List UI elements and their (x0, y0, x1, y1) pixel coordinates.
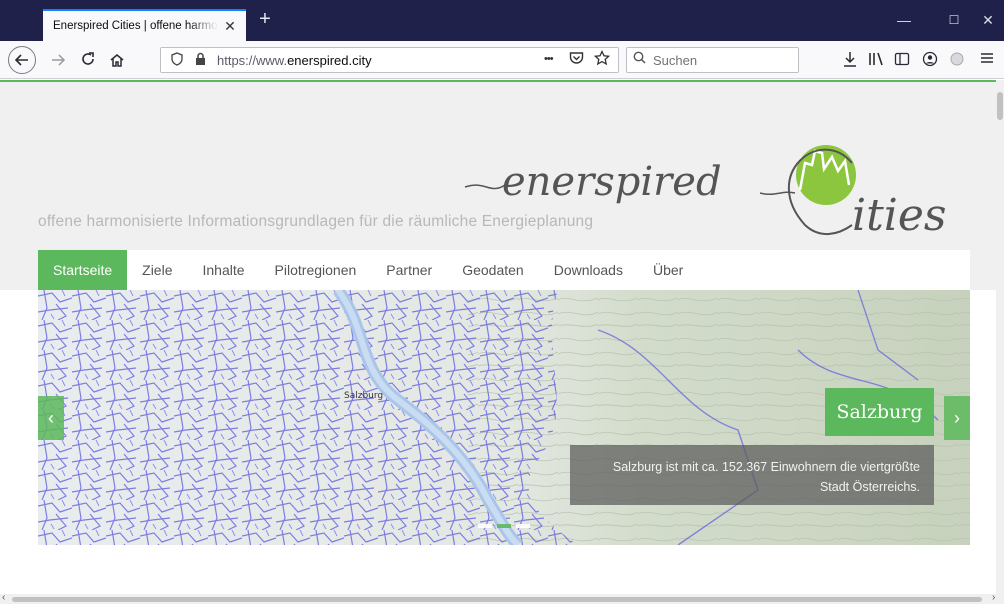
carousel-indicator-active[interactable] (497, 524, 511, 528)
back-button[interactable] (8, 46, 36, 74)
forward-button[interactable] (45, 47, 71, 73)
bookmark-star-icon[interactable] (593, 49, 611, 69)
vertical-scrollbar[interactable] (996, 80, 1004, 594)
pocket-icon[interactable] (569, 51, 584, 68)
extension-icon[interactable] (949, 51, 965, 71)
carousel-indicators (478, 524, 530, 528)
site-tagline: offene harmonisierte Informationsgrundla… (38, 213, 594, 230)
download-icon[interactable] (843, 51, 857, 71)
menu-icon[interactable] (980, 51, 994, 69)
home-icon (110, 54, 124, 67)
account-icon[interactable] (922, 51, 938, 71)
browser-titlebar: Enerspired Cities | offene harmonisierte… (0, 0, 1004, 41)
nav-item-ziele[interactable]: Ziele (127, 250, 187, 290)
lock-icon[interactable] (195, 52, 206, 69)
url-text: https://www.enerspired.city (217, 53, 372, 68)
logo-word-enerspired: enerspired (502, 159, 722, 205)
home-button[interactable] (104, 47, 130, 73)
logo-word-ities: ities (852, 190, 946, 241)
slide-title: Salzburg (825, 388, 934, 436)
minimize-button[interactable]: — (884, 8, 924, 32)
url-bar[interactable]: https://www.enerspired.city ••• (160, 47, 619, 73)
slide-caption-line-2: Stadt Österreichs. (819, 480, 920, 494)
top-accent-line (0, 80, 996, 82)
browser-tab-active[interactable]: Enerspired Cities | offene harmonisierte… (43, 9, 246, 41)
nav-item-downloads[interactable]: Downloads (539, 250, 638, 290)
nav-item-ueber[interactable]: Über (638, 250, 698, 290)
sidebar-icon[interactable] (894, 51, 910, 71)
reload-icon (82, 52, 94, 65)
slide-caption: Salzburg ist mit ca. 152.367 Einwohnern … (570, 445, 934, 505)
browser-toolbar: https://www.enerspired.city ••• Suchen (0, 41, 1004, 79)
tab-title: Enerspired Cities | offene harmonisierte… (53, 20, 218, 32)
horizontal-scrollbar[interactable]: ‹ › (0, 592, 1004, 604)
search-icon (633, 51, 646, 67)
vertical-scrollbar-thumb[interactable] (997, 92, 1003, 120)
scroll-right-icon[interactable]: › (992, 592, 995, 603)
arrow-left-icon (14, 54, 28, 66)
tab-close-icon[interactable]: ✕ (222, 18, 238, 35)
nav-item-inhalte[interactable]: Inhalte (188, 250, 260, 290)
search-bar[interactable]: Suchen (626, 47, 799, 73)
reload-button[interactable] (75, 47, 101, 73)
arrow-right-icon (52, 54, 66, 66)
carousel-prev-button[interactable]: ‹ (38, 396, 64, 440)
image-carousel[interactable]: Salzburg ‹ › Salzburg Salzburg ist mit c… (38, 290, 970, 545)
search-placeholder: Suchen (653, 53, 698, 68)
carousel-indicator[interactable] (478, 524, 492, 528)
nav-item-startseite[interactable]: Startseite (38, 250, 128, 290)
slide-caption-line-1: Salzburg ist mit ca. 152.367 Einwohnern … (612, 460, 920, 474)
map-label-salzburg: Salzburg (344, 391, 383, 401)
page-viewport: enerspired ities offene harmonisierte In… (0, 80, 1004, 594)
shield-icon[interactable] (171, 52, 183, 69)
horizontal-scrollbar-thumb[interactable] (12, 597, 982, 602)
nav-item-pilotregionen[interactable]: Pilotregionen (260, 250, 372, 290)
nav-item-partner[interactable]: Partner (371, 250, 447, 290)
scroll-left-icon[interactable]: ‹ (2, 592, 5, 603)
library-icon[interactable] (868, 51, 884, 71)
carousel-next-button[interactable]: › (944, 396, 970, 440)
nav-item-geodaten[interactable]: Geodaten (447, 250, 539, 290)
carousel-indicator[interactable] (516, 524, 530, 528)
new-tab-button[interactable]: + (254, 9, 276, 31)
close-window-button[interactable]: ✕ (968, 8, 1004, 32)
page-actions-icon[interactable]: ••• (544, 53, 554, 65)
site-navigation: Startseite Ziele Inhalte Pilotregionen P… (38, 250, 970, 290)
